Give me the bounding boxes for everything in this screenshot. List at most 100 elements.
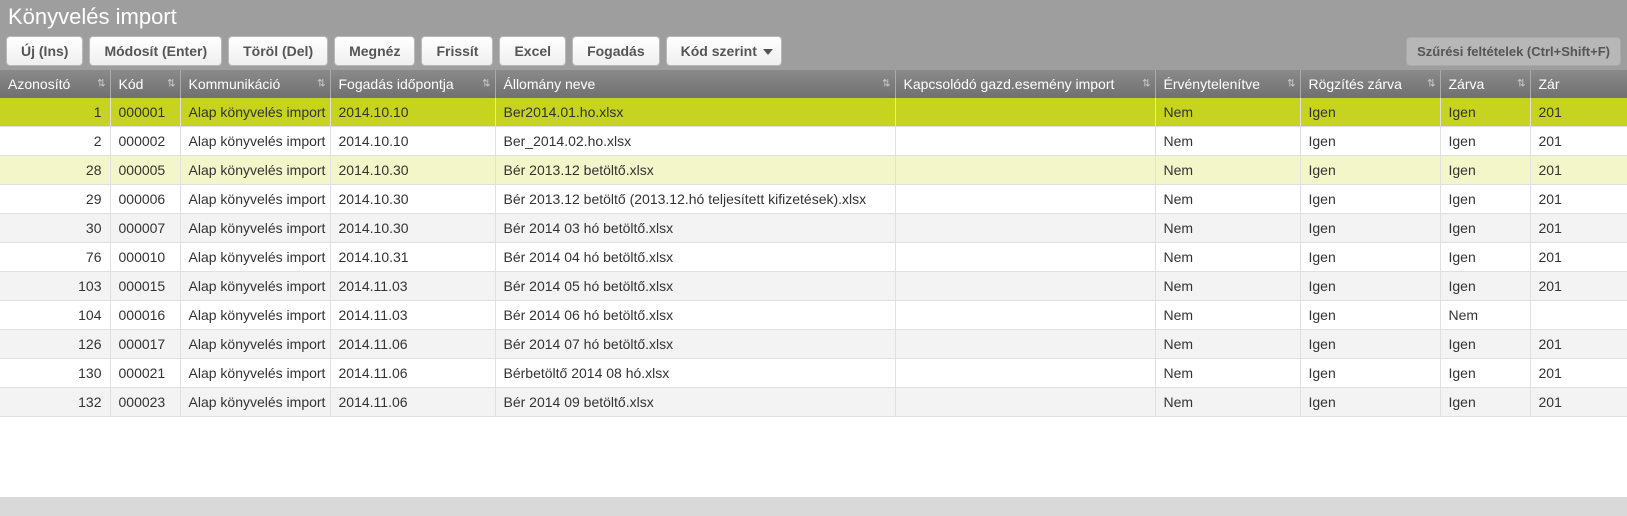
cell-kod: 000023 (110, 388, 180, 417)
cell-kod: 000015 (110, 272, 180, 301)
cell-kod: 000001 (110, 98, 180, 127)
cell-kod: 000017 (110, 330, 180, 359)
cell-zar: Igen (1440, 243, 1530, 272)
cell-fog: 2014.11.06 (330, 359, 495, 388)
cell-id: 126 (0, 330, 110, 359)
cell-rog: Igen (1300, 272, 1440, 301)
col-rogzzar[interactable]: Rögzítés zárva⇅ (1300, 70, 1440, 98)
cell-rog: Igen (1300, 301, 1440, 330)
cell-komm: Alap könyvelés import (180, 330, 330, 359)
cell-erv: Nem (1155, 359, 1300, 388)
cell-erv: Nem (1155, 388, 1300, 417)
cell-fog: 2014.11.03 (330, 301, 495, 330)
table-row[interactable]: 28000005Alap könyvelés import2014.10.30B… (0, 156, 1627, 185)
cell-kod: 000005 (110, 156, 180, 185)
cell-zar: Nem (1440, 301, 1530, 330)
table-row[interactable]: 126000017Alap könyvelés import2014.11.06… (0, 330, 1627, 359)
cell-z2: 201 (1530, 388, 1627, 417)
col-zarva[interactable]: Zárva⇅ (1440, 70, 1530, 98)
col-ervtelen[interactable]: Érvénytelenítve⇅ (1155, 70, 1300, 98)
cell-id: 130 (0, 359, 110, 388)
cell-rog: Igen (1300, 156, 1440, 185)
cell-kod: 000007 (110, 214, 180, 243)
table-row[interactable]: 132000023Alap könyvelés import2014.11.06… (0, 388, 1627, 417)
receive-button[interactable]: Fogadás (572, 36, 660, 66)
cell-rog: Igen (1300, 214, 1440, 243)
col-allomany[interactable]: Állomány neve⇅ (495, 70, 895, 98)
data-grid: Azonosító⇅ Kód⇅ Kommunikáció⇅ Fogadás id… (0, 70, 1627, 497)
refresh-button[interactable]: Frissít (421, 36, 493, 66)
sort-icon: ⇅ (1517, 79, 1525, 90)
cell-zar: Igen (1440, 127, 1530, 156)
sort-icon: ⇅ (1142, 79, 1150, 90)
toolbar: Új (Ins) Módosít (Enter) Töröl (Del) Meg… (0, 32, 1627, 70)
cell-erv: Nem (1155, 243, 1300, 272)
cell-all: Ber_2014.02.ho.xlsx (495, 127, 895, 156)
table-row[interactable]: 2000002Alap könyvelés import2014.10.10Be… (0, 127, 1627, 156)
cell-id: 76 (0, 243, 110, 272)
cell-zar: Igen (1440, 330, 1530, 359)
cell-kap (895, 272, 1155, 301)
cell-zar: Igen (1440, 272, 1530, 301)
cell-zar: Igen (1440, 214, 1530, 243)
cell-rog: Igen (1300, 185, 1440, 214)
cell-erv: Nem (1155, 98, 1300, 127)
col-zar2-label: Zár (1539, 76, 1560, 92)
sort-icon: ⇅ (482, 79, 490, 90)
cell-all: Bér 2013.12 betöltő (2013.12.hó teljesít… (495, 185, 895, 214)
cell-kap (895, 330, 1155, 359)
col-komm-label: Kommunikáció (189, 76, 281, 92)
table-row[interactable]: 1000001Alap könyvelés import2014.10.10Be… (0, 98, 1627, 127)
table-row[interactable]: 30000007Alap könyvelés import2014.10.30B… (0, 214, 1627, 243)
cell-kap (895, 243, 1155, 272)
cell-fog: 2014.10.31 (330, 243, 495, 272)
cell-zar: Igen (1440, 359, 1530, 388)
cell-z2: 201 (1530, 330, 1627, 359)
cell-id: 30 (0, 214, 110, 243)
cell-z2: 201 (1530, 185, 1627, 214)
col-fogadas-label: Fogadás időpontja (339, 76, 454, 92)
cell-kap (895, 388, 1155, 417)
cell-fog: 2014.10.30 (330, 156, 495, 185)
cell-fog: 2014.11.06 (330, 388, 495, 417)
cell-komm: Alap könyvelés import (180, 214, 330, 243)
cell-fog: 2014.11.03 (330, 272, 495, 301)
col-kapcs[interactable]: Kapcsolódó gazd.esemény import⇅ (895, 70, 1155, 98)
cell-id: 1 (0, 98, 110, 127)
col-zar2[interactable]: Zár (1530, 70, 1627, 98)
cell-z2: 201 (1530, 243, 1627, 272)
cell-z2 (1530, 301, 1627, 330)
view-button[interactable]: Megnéz (334, 36, 415, 66)
excel-button[interactable]: Excel (499, 36, 566, 66)
filter-hint[interactable]: Szűrési feltételek (Ctrl+Shift+F) (1406, 37, 1621, 66)
col-fogadas[interactable]: Fogadás időpontja ⇅ (330, 70, 495, 98)
sort-icon: ⇅ (1427, 79, 1435, 90)
table-row[interactable]: 76000010Alap könyvelés import2014.10.31B… (0, 243, 1627, 272)
data-table: Azonosító⇅ Kód⇅ Kommunikáció⇅ Fogadás id… (0, 70, 1627, 417)
cell-erv: Nem (1155, 214, 1300, 243)
col-kod-label: Kód (119, 76, 144, 92)
sort-icon: ⇅ (882, 79, 890, 90)
cell-all: Bér 2014 07 hó betöltő.xlsx (495, 330, 895, 359)
cell-all: Bér 2014 03 hó betöltő.xlsx (495, 214, 895, 243)
table-row[interactable]: 104000016Alap könyvelés import2014.11.03… (0, 301, 1627, 330)
cell-kod: 000016 (110, 301, 180, 330)
modify-button[interactable]: Módosít (Enter) (89, 36, 222, 66)
cell-zar: Igen (1440, 98, 1530, 127)
cell-fog: 2014.10.30 (330, 185, 495, 214)
cell-kod: 000002 (110, 127, 180, 156)
grid-empty-space (0, 417, 1627, 497)
table-row[interactable]: 130000021Alap könyvelés import2014.11.06… (0, 359, 1627, 388)
app-window: Könyvelés import Új (Ins) Módosít (Enter… (0, 0, 1627, 497)
col-komm[interactable]: Kommunikáció⇅ (180, 70, 330, 98)
sort-dropdown[interactable]: Kód szerint (666, 36, 782, 66)
table-row[interactable]: 103000015Alap könyvelés import2014.11.03… (0, 272, 1627, 301)
new-button[interactable]: Új (Ins) (6, 36, 83, 66)
cell-erv: Nem (1155, 272, 1300, 301)
cell-all: Bér 2013.12 betöltő.xlsx (495, 156, 895, 185)
table-row[interactable]: 29000006Alap könyvelés import2014.10.30B… (0, 185, 1627, 214)
col-kod[interactable]: Kód⇅ (110, 70, 180, 98)
cell-rog: Igen (1300, 127, 1440, 156)
delete-button[interactable]: Töröl (Del) (228, 36, 328, 66)
col-id[interactable]: Azonosító⇅ (0, 70, 110, 98)
